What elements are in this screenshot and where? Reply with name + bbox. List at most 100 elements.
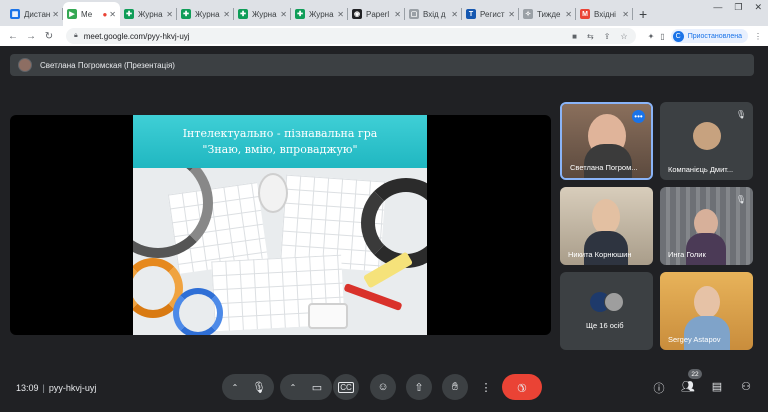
- tab-title: Журна: [252, 9, 277, 19]
- tab-close-icon[interactable]: ✕: [52, 10, 59, 19]
- presenter-bar: Светлана Погромская (Презентація): [10, 54, 754, 76]
- tab-close-icon[interactable]: ✕: [508, 10, 515, 19]
- extensions-icon[interactable]: ✦: [648, 32, 655, 41]
- participant-tile-sergey[interactable]: Sergey Astapov: [660, 272, 753, 350]
- tab-close-icon[interactable]: ✕: [337, 10, 344, 19]
- participant-tile-inga[interactable]: 🎙︎ Инга Голик: [660, 187, 753, 265]
- more-options-button[interactable]: ⋮: [476, 374, 496, 400]
- raise-hand-button[interactable]: ✋︎: [442, 374, 468, 400]
- end-call-button[interactable]: ✆: [502, 374, 542, 400]
- participant-tile-nikita[interactable]: Никита Корнюшин: [560, 187, 653, 265]
- participant-tile-others[interactable]: Ще 16 осіб: [560, 272, 653, 350]
- tab-title: Вхідні: [594, 9, 616, 19]
- restore-icon[interactable]: ❐: [734, 2, 742, 13]
- slide-image-blueprints-tools: [133, 168, 427, 335]
- minimize-icon[interactable]: —: [713, 2, 722, 13]
- tab-favicon-icon: ✚: [124, 9, 134, 19]
- tab-close-icon[interactable]: ✕: [109, 10, 116, 19]
- tab-favicon-icon: ▶: [67, 9, 77, 19]
- bookmark-star-icon[interactable]: ☆: [620, 32, 627, 41]
- activities-icon[interactable]: ⚇: [739, 380, 753, 396]
- red-screwdriver: [343, 282, 403, 312]
- tab-close-icon[interactable]: ✕: [280, 10, 287, 19]
- tab-close-icon[interactable]: ✕: [223, 10, 230, 19]
- tab-title: Paperl: [366, 9, 390, 19]
- reload-icon[interactable]: ↻: [42, 31, 56, 42]
- tab-close-icon[interactable]: ✕: [451, 10, 458, 19]
- back-icon[interactable]: ←: [6, 31, 20, 42]
- blue-tape: [173, 288, 223, 335]
- tab-favicon-icon: ▦: [10, 9, 20, 19]
- camera-control: ⌃ ▭: [280, 374, 332, 400]
- participant-body: [584, 231, 628, 265]
- tab-favicon-icon: ✧: [523, 9, 533, 19]
- browser-tab[interactable]: ▶ Ме ● ✕: [63, 2, 120, 26]
- more-options-icon: ⋮: [480, 381, 492, 394]
- meeting-info-separator: |: [42, 383, 45, 393]
- people-icon[interactable]: 👥︎: [681, 380, 695, 396]
- camera-options-chevron-icon[interactable]: ⌃: [282, 383, 304, 392]
- browser-tab[interactable]: ✧ Тижде ✕: [519, 2, 576, 26]
- chat-icon[interactable]: ▤: [710, 380, 724, 396]
- participant-name: Светлана Погром...: [570, 163, 638, 172]
- camera-permission-icon[interactable]: ■: [572, 32, 577, 41]
- browser-tab[interactable]: ▦ Дистан ✕: [6, 2, 63, 26]
- address-bar[interactable]: 🔒︎ meet.google.com/pyy-hkvj-uyj ■ ⇆ ⇪ ☆: [66, 28, 636, 44]
- emoji-icon: ☺: [377, 381, 389, 393]
- tab-close-icon[interactable]: ✕: [622, 10, 629, 19]
- tab-separator: [632, 8, 633, 20]
- menu-kebab-icon[interactable]: ⋮: [754, 32, 762, 41]
- presenter-avatar: [18, 58, 32, 72]
- tab-close-icon[interactable]: ✕: [394, 10, 401, 19]
- participant-name: Никита Корнюшин: [568, 250, 632, 259]
- tab-favicon-icon: T: [466, 9, 476, 19]
- tab-title: Журна: [309, 9, 334, 19]
- participant-tile-svetlana[interactable]: ••• Светлана Погром...: [560, 102, 653, 180]
- presentation-stage: Інтелектуально - пізнавальна гра "Знаю, …: [10, 115, 551, 335]
- captions-button[interactable]: CC: [333, 374, 359, 400]
- mic-options-chevron-icon[interactable]: ⌃: [224, 383, 246, 392]
- mic-control: ⌃ 🎙︎: [222, 374, 274, 400]
- participant-avatar: [604, 292, 624, 312]
- browser-tab[interactable]: ✚ Журна ✕: [120, 2, 177, 26]
- share-icon[interactable]: ⇪: [604, 32, 611, 41]
- browser-tab[interactable]: M Вхідні ✕: [576, 2, 633, 26]
- lock-icon[interactable]: 🔒︎: [74, 32, 78, 40]
- mic-off-icon: 🎙︎: [735, 194, 747, 204]
- info-icon[interactable]: ⓘ: [652, 380, 666, 396]
- mic-icon[interactable]: 🎙︎: [246, 374, 272, 400]
- translate-icon[interactable]: ⇆: [587, 32, 594, 41]
- tab-close-icon[interactable]: ✕: [565, 10, 572, 19]
- forward-icon[interactable]: →: [24, 31, 38, 42]
- paused-label: Приостановлена: [687, 32, 742, 40]
- tab-title: Журна: [138, 9, 163, 19]
- tab-title: Ме: [81, 9, 93, 19]
- tile-more-options-icon[interactable]: •••: [632, 110, 645, 123]
- participant-face: [694, 286, 720, 318]
- power-socket: [308, 303, 348, 329]
- participant-name: Компанієць Дмит...: [668, 165, 734, 174]
- camera-icon[interactable]: ▭: [304, 374, 330, 400]
- participant-avatar: [693, 122, 721, 150]
- participant-face: [592, 199, 620, 235]
- participant-tile-kompaniiets[interactable]: 🎙︎ Компанієць Дмит...: [660, 102, 753, 180]
- browser-tab[interactable]: ✚ Журна ✕: [234, 2, 291, 26]
- new-tab-button[interactable]: +: [639, 6, 647, 22]
- tab-title: Дистан: [24, 9, 51, 19]
- tab-favicon-icon: M: [580, 9, 590, 19]
- recording-indicator-icon: ●: [102, 9, 108, 19]
- present-button[interactable]: ⇧: [406, 374, 432, 400]
- browser-tab[interactable]: ✚ Журна ✕: [177, 2, 234, 26]
- side-panel-icon[interactable]: ▯: [660, 32, 664, 41]
- profile-paused-button[interactable]: С Приостановлена: [670, 29, 748, 43]
- emoji-button[interactable]: ☺: [370, 374, 396, 400]
- close-window-icon[interactable]: ✕: [754, 2, 762, 13]
- people-count-badge: 22: [688, 369, 702, 379]
- browser-tab[interactable]: ✚ Журна ✕: [291, 2, 348, 26]
- browser-tab[interactable]: ◉ Paperl ✕: [348, 2, 405, 26]
- tab-close-icon[interactable]: ✕: [166, 10, 173, 19]
- browser-tab[interactable]: T Регист ✕: [462, 2, 519, 26]
- tab-favicon-icon: ◉: [352, 9, 362, 19]
- window-controls: — ❐ ✕: [713, 2, 762, 13]
- browser-tab[interactable]: ▢ Вхід д ✕: [405, 2, 462, 26]
